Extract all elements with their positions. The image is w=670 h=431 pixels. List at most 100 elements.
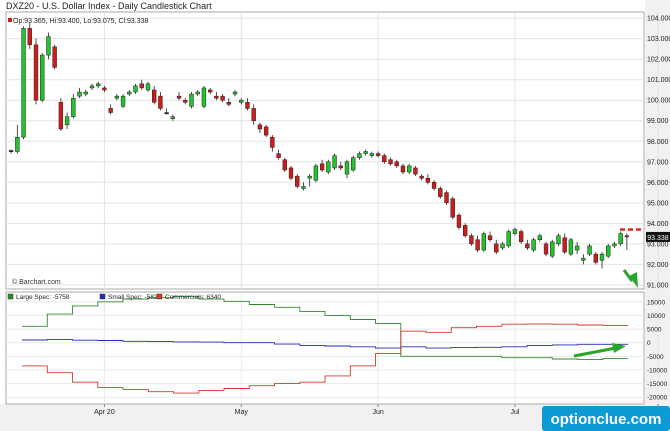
- legend-swatch: [99, 293, 106, 300]
- price-tick-label: 92.000: [647, 262, 669, 269]
- candle-body: [102, 87, 107, 91]
- candle-body: [475, 239, 480, 251]
- candle-body: [220, 95, 225, 101]
- candle-body: [388, 159, 393, 165]
- candle-body: [550, 241, 555, 257]
- candle-body: [8, 150, 14, 152]
- candle-body: [15, 136, 20, 152]
- candle-body: [120, 95, 126, 107]
- price-tick-label: 91.000: [647, 282, 669, 289]
- candle-body: [357, 153, 362, 158]
- legend-swatch: [7, 293, 14, 300]
- candle-body: [450, 198, 455, 218]
- candle-body: [127, 91, 132, 95]
- candle-body: [419, 175, 424, 179]
- candle-body: [382, 155, 387, 163]
- price-tick-label: 101.000: [647, 77, 670, 84]
- candle-body: [568, 239, 574, 255]
- candle-body: [618, 233, 623, 245]
- price-panel: [5, 11, 645, 290]
- candle-body: [556, 235, 561, 245]
- candle-body: [313, 165, 319, 181]
- candle-body: [375, 153, 381, 156]
- candle-body: [581, 257, 586, 261]
- price-tick-label: 96.000: [647, 180, 669, 187]
- candle-body: [344, 161, 350, 175]
- cot-tick-label: 15000: [647, 299, 665, 306]
- candle-body: [431, 182, 437, 189]
- price-tick-label: 103.000: [647, 36, 670, 43]
- candle-body: [295, 175, 300, 187]
- candle-body: [444, 192, 449, 204]
- candle-body: [574, 245, 580, 251]
- price-tick-label: 100.000: [647, 98, 670, 105]
- candle-body: [89, 85, 95, 89]
- legend-label: Commercials: 6340: [165, 294, 221, 301]
- candle-body: [288, 167, 294, 179]
- cot-tick-label: 5000: [647, 327, 662, 334]
- candle-body: [158, 95, 163, 109]
- legend-label: Large Spec: -5758: [16, 294, 70, 301]
- price-tick-label: 102.000: [647, 57, 670, 64]
- cot-tick-label: -10000: [647, 367, 668, 374]
- candle-body: [425, 177, 431, 183]
- price-tick-label: 93.000: [647, 241, 669, 248]
- candle-body: [543, 243, 549, 255]
- candle-body: [606, 245, 611, 257]
- candle-body: [151, 89, 157, 103]
- chart-root: 91.000 92.000 93.000 94.000 95.000 96.000 97.0…: [0, 0, 670, 431]
- candle-body: [407, 165, 412, 173]
- candle-body: [83, 91, 88, 95]
- cot-legend: Large Spec: -5758 Small Spec: -582 Commerc…: [7, 293, 221, 301]
- candle-body: [326, 161, 331, 173]
- candle-body: [139, 83, 144, 89]
- candle-body: [170, 116, 176, 119]
- candle-body: [96, 83, 101, 87]
- candle-body: [332, 155, 337, 169]
- candle-body: [245, 102, 250, 109]
- candle-body: [189, 93, 194, 107]
- candle-body: [462, 225, 468, 236]
- candle-body: [512, 229, 518, 234]
- candle-body: [363, 151, 368, 154]
- candle-body: [133, 85, 138, 93]
- candle-body: [183, 99, 188, 103]
- cot-tick-label: -5000: [647, 354, 664, 361]
- candle-body: [108, 108, 113, 113]
- date-tick-label: Jul: [510, 409, 519, 416]
- price-tick-label: 99.000: [647, 118, 669, 125]
- candle-body: [413, 167, 418, 175]
- candle-body: [33, 44, 39, 101]
- candle-body: [282, 159, 287, 171]
- candle-body: [58, 102, 64, 130]
- date-tick-label: May: [235, 409, 249, 416]
- candle-body: [438, 188, 443, 197]
- candle-body: [257, 124, 263, 130]
- candle-body: [506, 231, 511, 247]
- price-tick-label: 94.000: [647, 221, 669, 228]
- price-tick-label: 104.000: [647, 16, 670, 23]
- brand-text[interactable]: optionclue.com: [551, 411, 662, 428]
- candle-body: [469, 235, 474, 245]
- candle-body: [400, 165, 406, 173]
- candle-body: [21, 28, 26, 138]
- candle-body: [46, 36, 51, 56]
- candle-body: [307, 175, 312, 179]
- date-tick-label: Jun: [372, 409, 383, 416]
- candle-body: [394, 161, 399, 167]
- legend-label: Small Spec: -582: [108, 294, 158, 301]
- candle-body: [270, 136, 275, 148]
- candle-body: [77, 91, 82, 97]
- candle-body: [456, 214, 462, 228]
- candle-body: [176, 95, 182, 99]
- cot-tick-label: 10000: [647, 313, 665, 320]
- candle-body: [518, 231, 524, 243]
- candle-body: [226, 102, 231, 105]
- cot-tick-label: -20000: [647, 395, 668, 402]
- candle-body: [525, 243, 530, 249]
- candle-body: [71, 97, 76, 117]
- candle-body: [239, 99, 244, 103]
- watermark: © Barchart.com: [12, 278, 61, 286]
- candle-body: [232, 91, 238, 95]
- candle-body: [494, 243, 499, 253]
